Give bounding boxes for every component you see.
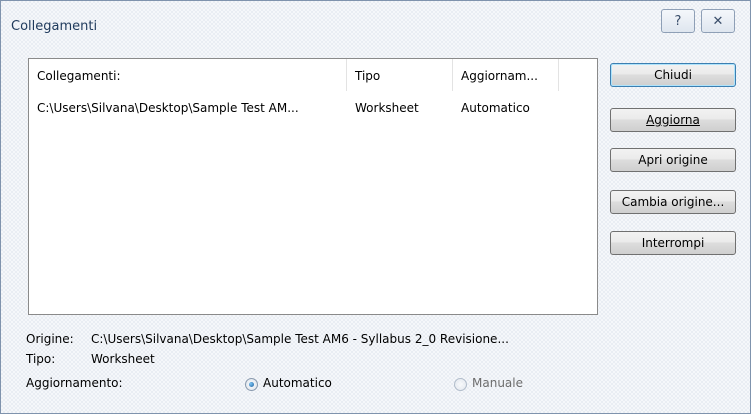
help-icon: ? <box>674 13 682 29</box>
list-header: Collegamenti: Tipo Aggiornam... <box>29 59 597 91</box>
origin-value: C:\Users\Silvana\Desktop\Sample Test AM6… <box>91 332 509 346</box>
update-now-label: Aggiorna <box>646 113 700 127</box>
open-source-label: Apri origine <box>638 153 708 167</box>
type-label: Tipo: <box>26 352 56 366</box>
column-header-type[interactable]: Tipo <box>347 59 453 91</box>
links-list[interactable]: Collegamenti: Tipo Aggiornam... C:\Users… <box>28 58 598 315</box>
manual-radio-label[interactable]: Manuale <box>472 376 523 390</box>
change-source-label: Cambia origine... <box>621 195 725 209</box>
origin-label: Origine: <box>26 332 74 346</box>
column-header-update[interactable]: Aggiornam... <box>453 59 559 91</box>
automatic-radio-label[interactable]: Automatico <box>263 376 332 390</box>
update-now-button[interactable]: Aggiorna <box>610 108 736 132</box>
list-item[interactable]: C:\Users\Silvana\Desktop\Sample Test AM.… <box>29 98 597 118</box>
close-window-button[interactable]: ✕ <box>701 9 735 33</box>
automatic-radio[interactable] <box>245 378 258 391</box>
close-icon: ✕ <box>712 13 724 29</box>
type-value: Worksheet <box>91 352 155 366</box>
close-button-label: Chiudi <box>654 68 692 82</box>
change-source-button[interactable]: Cambia origine... <box>610 190 736 214</box>
manual-radio[interactable] <box>454 378 467 391</box>
radio-selected-dot <box>249 382 254 387</box>
column-header-links[interactable]: Collegamenti: <box>29 59 347 91</box>
dialog-title: Collegamenti <box>11 19 98 34</box>
edit-links-dialog: Collegamenti ? ✕ Collegamenti: Tipo Aggi… <box>0 0 751 414</box>
link-update-cell: Automatico <box>461 101 530 115</box>
break-link-button[interactable]: Interrompi <box>610 231 736 255</box>
help-button[interactable]: ? <box>661 9 695 33</box>
link-source-cell: C:\Users\Silvana\Desktop\Sample Test AM.… <box>37 101 299 115</box>
link-type-cell: Worksheet <box>355 101 419 115</box>
close-button[interactable]: Chiudi <box>610 63 736 87</box>
open-source-button[interactable]: Apri origine <box>610 148 736 172</box>
break-link-label: Interrompi <box>641 236 705 250</box>
update-mode-label: Aggiornamento: <box>26 376 123 390</box>
